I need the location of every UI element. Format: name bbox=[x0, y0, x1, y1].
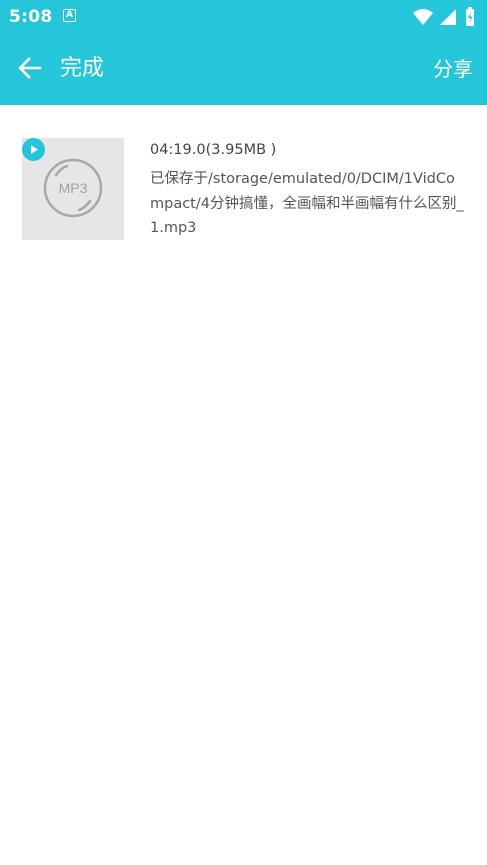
screen: 5:08 A 完成 分享 MP3 04:19.0(3.95MB) 已保存于/s… bbox=[0, 0, 487, 865]
a-icon: A bbox=[63, 9, 76, 22]
list-item[interactable]: MP3 04:19.0(3.95MB ) 已保存于/storage/emulat… bbox=[22, 138, 472, 242]
signal-icon bbox=[440, 9, 456, 25]
battery-icon bbox=[466, 7, 474, 26]
arrow-back-icon bbox=[18, 57, 42, 79]
mp3-label: MP3 bbox=[59, 180, 88, 196]
share-button[interactable]: 分享 bbox=[433, 54, 473, 84]
item-info: 04:19.0(3.95MB ) 已保存于/storage/emulated/0… bbox=[150, 138, 468, 241]
toolbar: 完成 分享 bbox=[0, 34, 487, 105]
play-icon[interactable] bbox=[22, 138, 45, 161]
page-title: 完成 bbox=[60, 56, 105, 81]
status-bar: 5:08 A bbox=[0, 0, 487, 34]
wifi-icon bbox=[413, 9, 433, 25]
audio-thumbnail[interactable]: MP3 bbox=[22, 138, 124, 240]
status-time: 5:08 bbox=[9, 7, 53, 27]
back-button[interactable] bbox=[8, 46, 52, 90]
saved-path: 已保存于/storage/emulated/0/DCIM/1VidCompact… bbox=[150, 171, 464, 236]
duration-size: 04:19.0(3.95MB ) bbox=[150, 142, 277, 158]
status-icons bbox=[413, 7, 474, 26]
